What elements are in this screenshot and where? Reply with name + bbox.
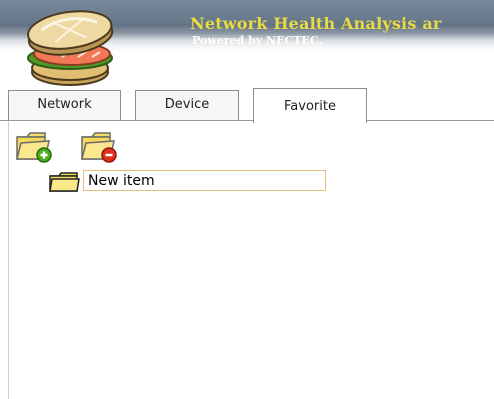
app-header: Network Health Analysis ar Powered by NE… bbox=[0, 0, 494, 86]
app-subtitle: Powered by NECTEC. bbox=[192, 34, 323, 47]
folder-icon bbox=[49, 172, 80, 192]
tab-bar: Network Device Favorite bbox=[0, 80, 494, 123]
favorite-panel bbox=[8, 121, 494, 399]
remove-folder-button[interactable] bbox=[80, 129, 118, 163]
add-folder-button[interactable] bbox=[15, 129, 53, 163]
app-title: Network Health Analysis ar bbox=[190, 14, 442, 33]
folder-add-icon bbox=[16, 132, 52, 163]
tree-item-name-input[interactable] bbox=[83, 170, 326, 191]
folder-remove-icon bbox=[81, 132, 117, 163]
tab-favorite[interactable]: Favorite bbox=[253, 88, 367, 123]
sandwich-logo-icon bbox=[27, 10, 114, 86]
tab-network[interactable]: Network bbox=[8, 90, 121, 120]
tab-device[interactable]: Device bbox=[135, 90, 239, 120]
